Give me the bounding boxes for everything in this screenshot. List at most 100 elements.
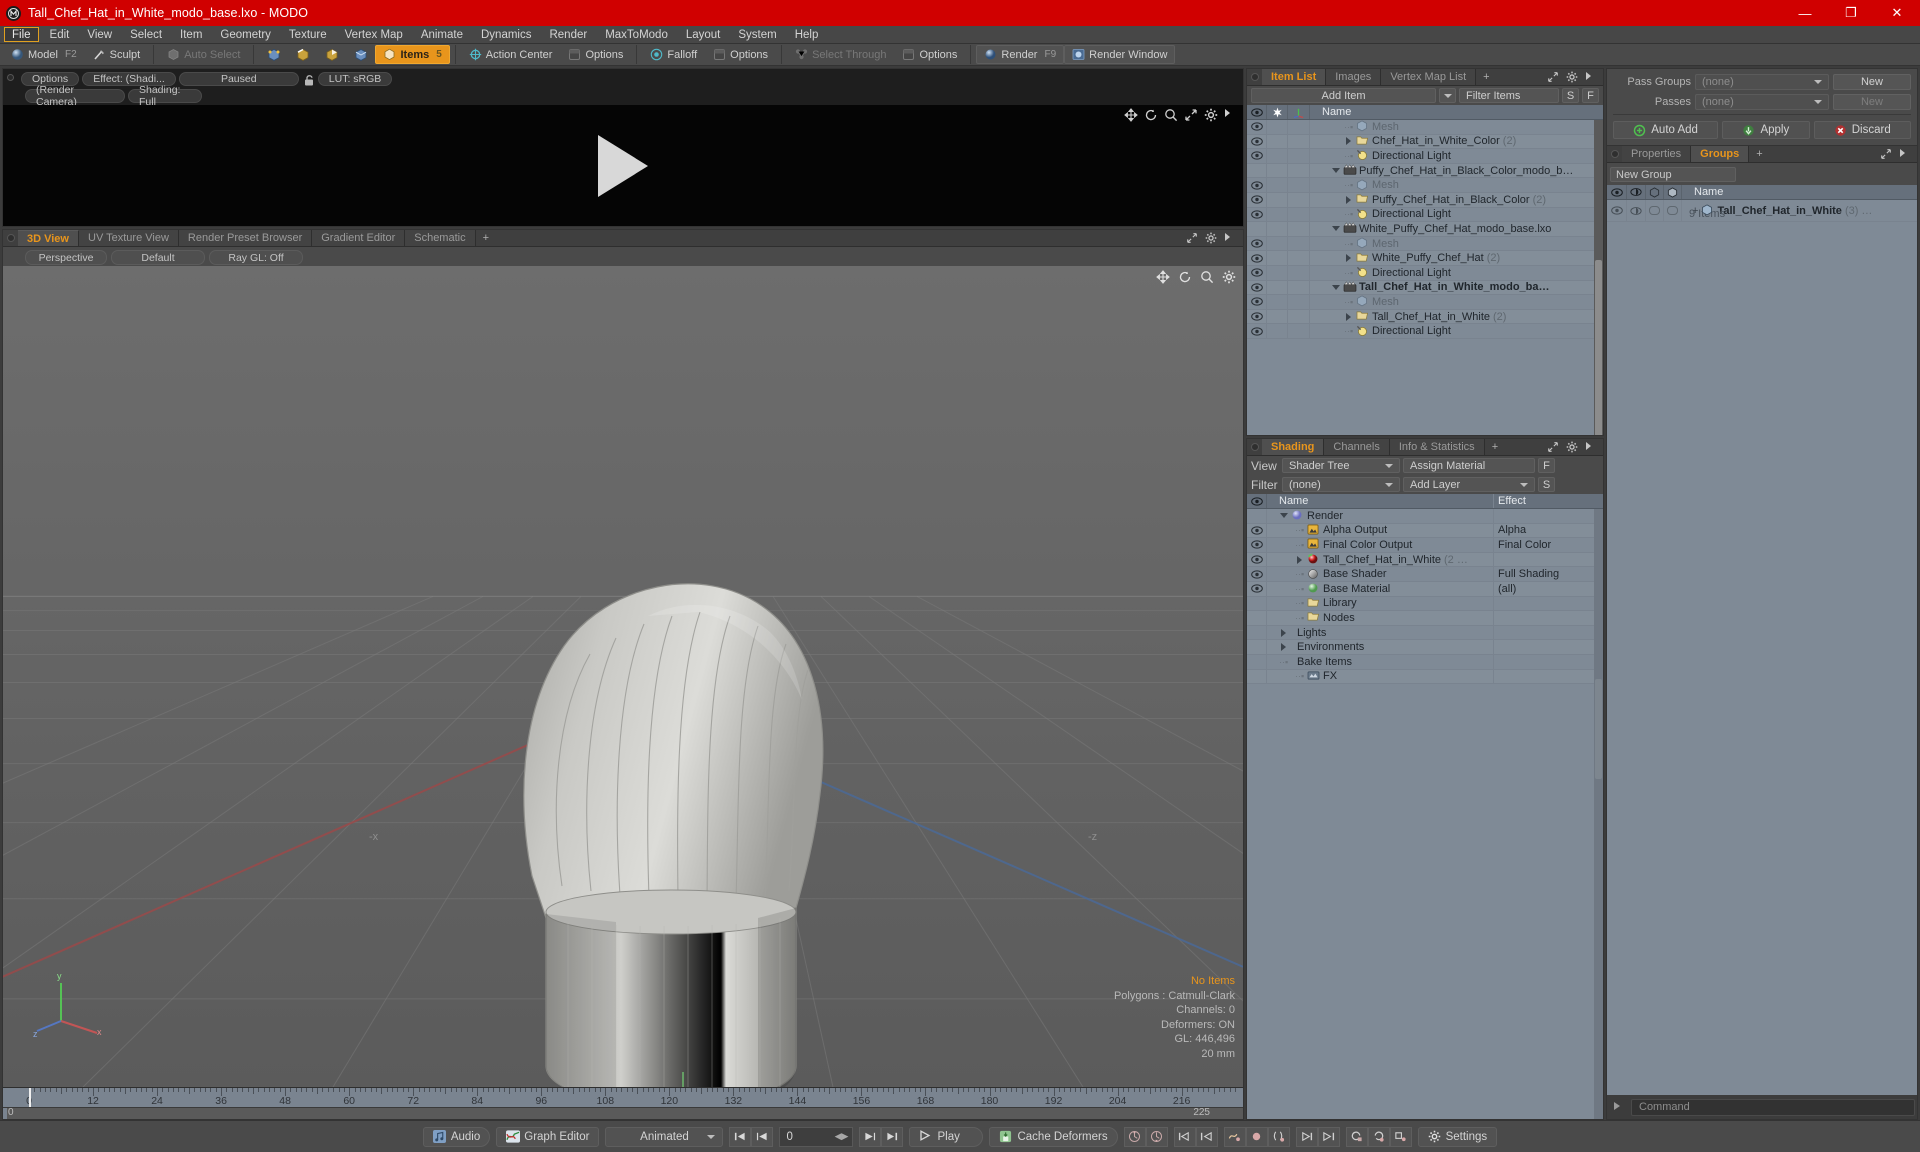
apply-button[interactable]: Apply — [1722, 121, 1810, 139]
render-button[interactable]: Render F9 — [976, 45, 1065, 64]
tab-3d-view[interactable]: 3D View — [18, 230, 79, 246]
row-visibility-toggle[interactable] — [1247, 134, 1267, 149]
row-name-cell[interactable]: ··▪ Mesh — [1310, 237, 1603, 250]
select-through-options-button[interactable]: Options — [894, 45, 965, 64]
row-visibility-toggle[interactable] — [1247, 251, 1267, 265]
command-input[interactable]: Command — [1631, 1098, 1915, 1116]
table-row[interactable]: ··▪ Base Material (all) — [1247, 581, 1603, 597]
row-lock-cell[interactable] — [1267, 192, 1288, 207]
preview-lut-selector[interactable]: LUT: sRGB — [317, 72, 393, 86]
render-preview-canvas[interactable] — [3, 105, 1243, 226]
row-name-cell[interactable]: ··▪ Mesh — [1310, 295, 1603, 308]
table-row[interactable]: Environments — [1247, 640, 1603, 655]
row-axis-cell[interactable] — [1288, 236, 1310, 251]
row-axis-cell[interactable] — [1288, 192, 1310, 207]
current-frame-field[interactable]: 0 ◀▶ — [779, 1126, 854, 1147]
row-name-cell[interactable]: ··▪ Directional Light — [1310, 266, 1603, 279]
row-visibility-toggle[interactable] — [1247, 523, 1267, 538]
tab-item-list[interactable]: Item List — [1262, 69, 1327, 85]
row-effect-cell[interactable]: (all) — [1493, 581, 1603, 596]
scroll-thumb[interactable] — [1595, 260, 1602, 435]
panel-menu-dot[interactable] — [1611, 150, 1619, 158]
viewport-projection-selector[interactable]: Perspective — [25, 250, 107, 265]
table-row[interactable]: ··▪ Mesh — [1247, 236, 1603, 252]
preview-shading-selector[interactable]: Shading: Full — [128, 84, 202, 108]
table-row[interactable]: ··▪ Directional Light — [1247, 265, 1603, 281]
menu-maxtomodo[interactable]: MaxToModo — [596, 26, 677, 43]
row-name-cell[interactable]: ··▪ Base Shader — [1267, 568, 1493, 581]
menu-animate[interactable]: Animate — [412, 26, 472, 43]
skip-to-end-icon[interactable] — [881, 1126, 904, 1147]
table-row[interactable]: White_Puffy_Chef_Hat (2) — [1247, 251, 1603, 266]
cache-deformers-button[interactable]: Cache Deformers — [989, 1126, 1118, 1147]
table-row[interactable]: Lights — [1247, 625, 1603, 641]
curve-key-icon[interactable] — [1223, 1126, 1246, 1147]
row-name-cell[interactable]: White_Puffy_Chef_Hat_modo_base.lxo — [1310, 222, 1603, 235]
panel-arrow-icon[interactable] — [1585, 71, 1598, 84]
row-name-cell[interactable]: ··▪ Directional Light — [1310, 208, 1603, 221]
tab-info-and-statistics[interactable]: Info & Statistics — [1389, 439, 1485, 455]
falloff-options-button[interactable]: Options — [705, 45, 776, 64]
key-range-icon[interactable] — [1267, 1126, 1290, 1147]
row-name-cell[interactable]: ··▪ Alpha Output — [1267, 524, 1493, 537]
new-pass-button[interactable]: New — [1833, 94, 1911, 110]
tab-channels[interactable]: Channels — [1324, 439, 1390, 455]
add-viewport-tab-button[interactable]: + — [476, 230, 496, 246]
pan-icon[interactable] — [1124, 108, 1138, 122]
item-list-scrollbar[interactable] — [1594, 120, 1603, 435]
row-visibility-toggle[interactable] — [1247, 611, 1267, 625]
row-visibility-toggle[interactable] — [1247, 538, 1267, 552]
maximize-panel-icon[interactable] — [1547, 441, 1560, 454]
row-visibility-toggle[interactable] — [1247, 280, 1267, 295]
shading-s-button[interactable]: S — [1538, 477, 1555, 492]
assign-material-button[interactable]: Assign Material — [1403, 458, 1535, 473]
add-item-list-tab-button[interactable]: + — [1476, 69, 1496, 85]
gear-icon[interactable] — [1566, 71, 1579, 84]
menu-texture[interactable]: Texture — [280, 26, 336, 43]
chef-hat-model[interactable] — [458, 546, 888, 1087]
row-axis-cell[interactable] — [1288, 149, 1310, 163]
row-visibility-toggle[interactable] — [1247, 295, 1267, 309]
row-effect-cell[interactable]: Final Color — [1493, 538, 1603, 552]
table-row[interactable]: Tall_Chef_Hat_in_White (2 … — [1247, 552, 1603, 568]
row-effect-cell[interactable]: Alpha — [1493, 523, 1603, 538]
add-groups-tab-button[interactable]: + — [1749, 146, 1769, 162]
row-visibility-toggle[interactable] — [1247, 552, 1267, 567]
menu-system[interactable]: System — [729, 26, 785, 43]
table-row[interactable]: ··▪ Directional Light — [1247, 149, 1603, 164]
tab-render-preset-browser[interactable]: Render Preset Browser — [178, 230, 313, 246]
action-center-button[interactable]: Action Center — [461, 45, 561, 64]
add-item-button[interactable]: Add Item — [1251, 88, 1436, 103]
filter-items-input[interactable]: Filter Items — [1459, 88, 1559, 103]
row-axis-cell[interactable] — [1288, 207, 1310, 222]
row-name-cell[interactable]: White_Puffy_Chef_Hat (2) — [1310, 252, 1603, 265]
materials-mode-button[interactable] — [346, 45, 375, 64]
row-axis-cell[interactable] — [1288, 324, 1310, 338]
row-name-cell[interactable]: ··▪ Directional Light — [1310, 149, 1603, 162]
table-row[interactable]: ··▪ Directional Light — [1247, 207, 1603, 223]
row-lock-cell[interactable] — [1267, 149, 1288, 163]
row-name-cell[interactable]: Puffy_Chef_Hat_in_Black_Color (2) — [1310, 193, 1603, 206]
auto-select-button[interactable]: Auto Select — [159, 45, 248, 64]
row-visibility-toggle[interactable] — [1247, 178, 1267, 192]
table-row[interactable]: ··▪ Mesh — [1247, 178, 1603, 193]
panel-arrow-icon[interactable] — [1224, 232, 1237, 245]
row-axis-cell[interactable] — [1288, 295, 1310, 309]
add-item-dropdown-button[interactable] — [1439, 88, 1456, 103]
pass-groups-selector[interactable]: (none) — [1695, 74, 1829, 90]
polygons-mode-button[interactable] — [317, 45, 346, 64]
panel-menu-dot[interactable] — [1251, 73, 1259, 81]
key-loop-back-icon[interactable] — [1345, 1126, 1368, 1147]
row-visibility-toggle[interactable] — [1247, 596, 1267, 611]
row-lock-cell[interactable] — [1267, 295, 1288, 309]
passes-selector[interactable]: (none) — [1695, 94, 1829, 110]
row-visibility-toggle[interactable] — [1247, 120, 1267, 134]
gear-icon[interactable] — [1205, 232, 1218, 245]
item-list-tree[interactable]: Name ··▪ Mesh Chef_Hat_in_White_Color (2) ··… — [1247, 105, 1603, 435]
table-row[interactable]: Tall_Chef_Hat_in_White (2) — [1247, 309, 1603, 325]
next-key-icon[interactable] — [1295, 1126, 1318, 1147]
next-key-step-icon[interactable] — [1317, 1126, 1340, 1147]
table-row[interactable]: ··▪ Final Color Output Final Color — [1247, 538, 1603, 553]
table-row[interactable]: Render — [1247, 509, 1603, 524]
maximize-panel-icon[interactable] — [1186, 232, 1199, 245]
